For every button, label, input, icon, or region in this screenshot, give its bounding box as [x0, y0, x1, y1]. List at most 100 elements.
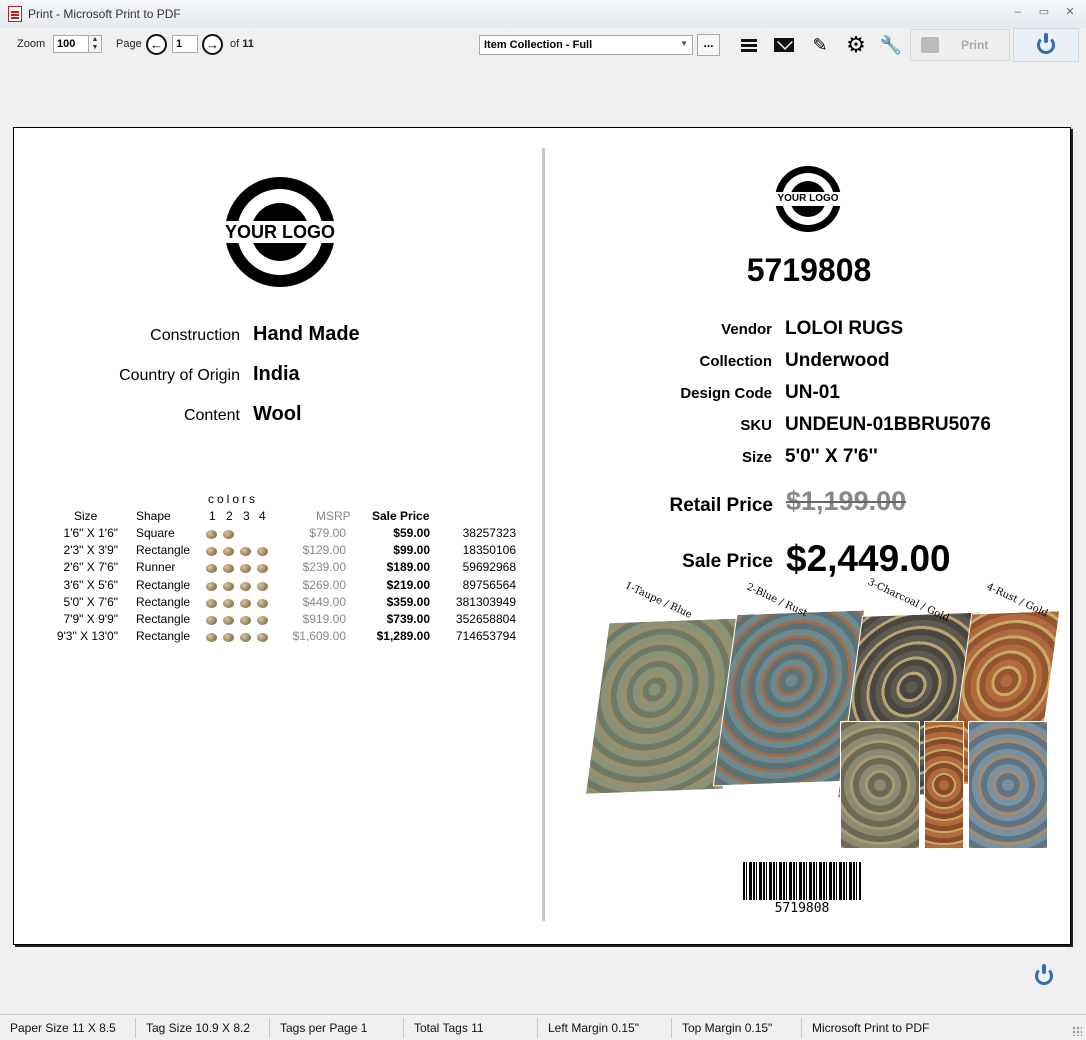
- color-swatch-dot: [240, 633, 251, 643]
- color-swatch-dot: [257, 564, 268, 574]
- menu-icon[interactable]: [738, 34, 760, 56]
- zoom-spinner[interactable]: ▲ ▼: [88, 35, 102, 53]
- maximize-button[interactable]: ▭: [1038, 6, 1050, 18]
- row-sku: 59692968: [462, 560, 516, 575]
- rug-image-rectangle: [840, 721, 920, 849]
- edit-icon[interactable]: ✎: [809, 34, 831, 56]
- color-swatch-dot: [206, 598, 217, 608]
- mail-icon[interactable]: [773, 34, 795, 56]
- attr-content-value: Wool: [253, 403, 302, 425]
- status-paper-size: Paper Size 11 X 8.5: [0, 1017, 136, 1038]
- sale-price-header: Sale Price: [372, 509, 430, 523]
- rug-label-1: 1-Taupe / Blue: [623, 580, 694, 621]
- previous-page-button[interactable]: ←: [146, 34, 167, 55]
- tools-icon[interactable]: 🔧: [880, 34, 902, 56]
- row-size: 3'6" X 5'6": [63, 577, 118, 592]
- row-color-dots: [206, 597, 274, 611]
- status-tag-size: Tag Size 10.9 X 8.2: [136, 1017, 270, 1038]
- rug-image-runner: [924, 721, 964, 849]
- collection-value: Underwood: [785, 350, 890, 371]
- color-swatch-dot: [257, 598, 268, 608]
- size-value: 5'0'' X 7'6'': [785, 446, 878, 467]
- color-swatch-dot: [240, 616, 251, 625]
- resize-grip[interactable]: [1072, 1026, 1082, 1036]
- row-color-dots: [206, 631, 274, 645]
- status-bar: Paper Size 11 X 8.5 Tag Size 10.9 X 8.2 …: [0, 1014, 1086, 1040]
- attr-origin-value: India: [253, 363, 300, 385]
- power-button[interactable]: [1013, 28, 1079, 62]
- color-swatch-dot: [257, 581, 268, 591]
- row-msrp: $129.00: [302, 543, 346, 558]
- logo-right-text: YOUR LOGO: [777, 193, 839, 204]
- attr-origin-label: Country of Origin: [119, 367, 240, 384]
- row-sale-price: $359.00: [386, 594, 430, 609]
- zoom-input[interactable]: 100: [53, 35, 89, 53]
- status-left-margin: Left Margin 0.15": [538, 1017, 672, 1038]
- item-number: 5719808: [746, 252, 872, 288]
- sale-price-value: $2,449.00: [786, 538, 951, 579]
- logo-left-text: YOUR LOGO: [225, 222, 336, 242]
- minimize-button[interactable]: –: [1012, 6, 1024, 18]
- color-number-2: 2: [226, 509, 233, 523]
- row-shape: Rectangle: [136, 612, 191, 626]
- msrp-header: MSRP: [316, 509, 351, 523]
- row-size: 5'0" X 7'6": [63, 594, 118, 609]
- sale-price-label: Sale Price: [682, 551, 773, 572]
- power-icon: [1037, 33, 1055, 54]
- row-msrp: $449.00: [302, 594, 346, 609]
- row-sku: 352658804: [455, 612, 516, 626]
- page-total-label: of 11: [230, 38, 254, 50]
- power-button-bottom[interactable]: [1035, 964, 1053, 985]
- status-total-tags: Total Tags 11: [404, 1017, 538, 1038]
- color-swatch-dot: [206, 581, 217, 591]
- color-swatch-dot: [223, 616, 234, 625]
- next-page-button[interactable]: →: [202, 34, 223, 55]
- row-shape: Rectangle: [136, 594, 191, 609]
- page-input[interactable]: 1: [172, 35, 198, 53]
- color-swatch-dot: [223, 581, 234, 591]
- gear-icon[interactable]: ⚙: [845, 32, 867, 57]
- row-sku: 381303949: [455, 594, 516, 609]
- row-sku: 89756564: [462, 577, 516, 592]
- row-shape: Rectangle: [136, 577, 191, 592]
- row-msrp: $1,609.00: [292, 629, 346, 644]
- row-sale-price: $99.00: [393, 543, 430, 558]
- color-swatch-dot: [206, 616, 217, 625]
- row-sale-price: $739.00: [386, 612, 430, 626]
- close-button[interactable]: ✕: [1064, 6, 1076, 18]
- color-swatch-dot: [240, 564, 251, 574]
- row-color-dots: [206, 614, 274, 628]
- status-tags-per-page: Tags per Page 1: [270, 1017, 404, 1038]
- pdf-app-icon: [8, 6, 22, 22]
- more-options-button[interactable]: ...: [697, 34, 720, 56]
- color-swatch-dot: [223, 598, 234, 608]
- window-title: Print - Microsoft Print to PDF: [28, 7, 181, 21]
- toolbar: Zoom 100 ▲ ▼ Page ← 1 → of 11 Item Collec…: [0, 28, 1086, 62]
- print-button[interactable]: Print: [910, 29, 1010, 61]
- template-select[interactable]: Item Collection - Full ▼: [479, 35, 693, 55]
- color-swatch-dot: [223, 564, 234, 574]
- print-label: Print: [961, 38, 989, 52]
- row-color-dots: [206, 545, 274, 559]
- row-color-dots: [206, 562, 274, 576]
- row-sale-price: $219.00: [386, 577, 430, 592]
- attr-construction-label: Construction: [150, 327, 240, 344]
- color-number-1: 1: [209, 509, 216, 523]
- logo-right: YOUR LOGO: [775, 166, 841, 232]
- attr-construction-value: Hand Made: [253, 323, 360, 345]
- template-select-value: Item Collection - Full: [484, 39, 593, 51]
- retail-price-label: Retail Price: [669, 495, 774, 516]
- row-sale-price: $189.00: [386, 560, 430, 575]
- color-swatch-dot: [206, 564, 217, 574]
- sku-value: UNDEUN-01BBRU5076: [785, 414, 991, 435]
- row-color-dots: [206, 528, 240, 542]
- colors-header: colors: [208, 492, 259, 506]
- row-msrp: $269.00: [302, 577, 346, 592]
- row-sku: 714653794: [455, 629, 516, 644]
- row-shape: Runner: [136, 560, 176, 575]
- color-swatch-dot: [223, 547, 234, 557]
- color-swatch-dot: [240, 581, 251, 591]
- row-sku: 38257323: [462, 526, 516, 540]
- row-size: 1'6" X 1'6": [63, 526, 118, 540]
- shape-header: Shape: [136, 509, 171, 523]
